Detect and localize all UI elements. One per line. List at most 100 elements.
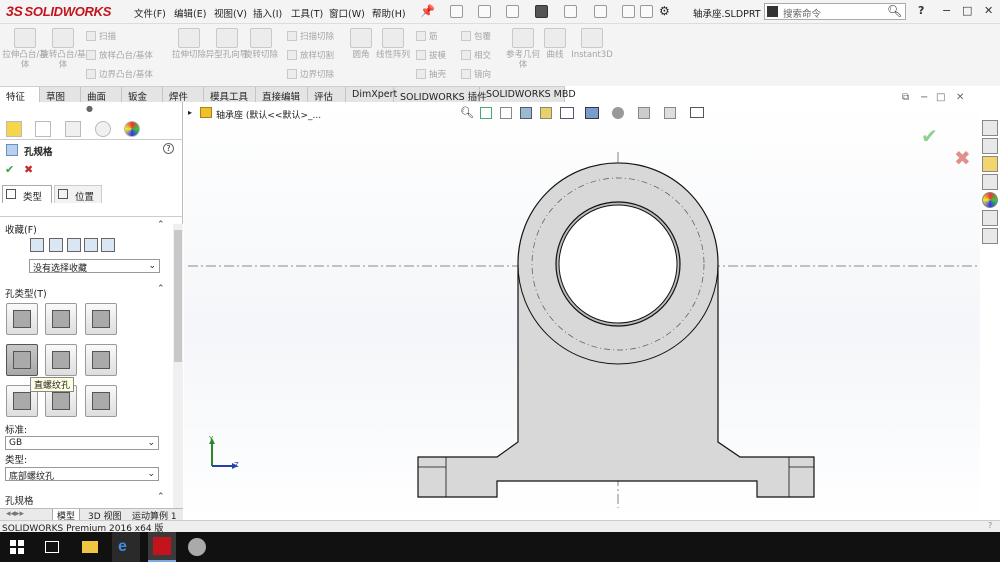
favorites-header[interactable]: 收藏(F) bbox=[5, 222, 37, 236]
print-icon[interactable] bbox=[535, 5, 548, 18]
windows-start-icon[interactable] bbox=[10, 540, 24, 554]
search-input[interactable]: 搜索命令 🔍︎ bbox=[764, 3, 906, 20]
tab-dimxpert[interactable]: DimXpert bbox=[346, 87, 397, 103]
counterbore-hole-button[interactable] bbox=[6, 303, 38, 335]
revolve-cut-button[interactable]: 旋转切除 bbox=[238, 28, 284, 60]
shell-button[interactable]: 抽壳 bbox=[416, 68, 446, 80]
solidworks-taskbar-button[interactable] bbox=[148, 532, 176, 562]
wrap-button[interactable]: 包覆 bbox=[461, 30, 491, 42]
linear-pattern-button[interactable]: 线性阵列 bbox=[373, 28, 413, 60]
panel-splitter-handle[interactable]: ● bbox=[86, 104, 93, 113]
display-manager-tab-icon[interactable] bbox=[124, 121, 140, 137]
chevron-up-icon[interactable]: ⌃ bbox=[157, 284, 165, 294]
rib-button[interactable]: 筋 bbox=[416, 30, 438, 42]
loft-boss-button[interactable]: 放样凸台/基体 bbox=[86, 49, 153, 61]
legacy-hole-button[interactable] bbox=[85, 344, 117, 376]
panel-scrollbar[interactable] bbox=[173, 224, 183, 510]
apply-defaults-icon[interactable] bbox=[30, 238, 44, 252]
tab-solidworks-mbd[interactable]: SOLIDWORKS MBD bbox=[480, 87, 576, 103]
tab-scroll-arrows[interactable]: ◂◂▸▸ bbox=[2, 509, 28, 519]
tab-evaluate[interactable]: 评估 bbox=[308, 87, 346, 103]
menu-file[interactable]: 文件(F) bbox=[134, 6, 166, 20]
custom-properties-icon[interactable] bbox=[982, 210, 998, 226]
reference-geometry-button[interactable]: 参考几何体 bbox=[503, 28, 543, 70]
open-icon[interactable] bbox=[478, 5, 491, 18]
tab-solidworks-addins[interactable]: SOLIDWORKS 插件 bbox=[394, 87, 487, 103]
lofted-cut-button[interactable]: 放样切割 bbox=[287, 49, 334, 61]
countersink-hole-button[interactable] bbox=[45, 303, 77, 335]
tapered-tap-hole-button[interactable] bbox=[45, 344, 77, 376]
tab-surfaces[interactable]: 曲面 bbox=[81, 87, 122, 103]
tab-direct-editing[interactable]: 直接编辑 bbox=[256, 87, 308, 103]
pin-icon[interactable]: 📌 bbox=[420, 4, 435, 18]
hole-type-header[interactable]: 孔类型(T) bbox=[5, 286, 47, 300]
menu-window[interactable]: 窗口(W) bbox=[329, 6, 365, 20]
file-properties-icon[interactable] bbox=[640, 5, 653, 18]
chevron-up-icon[interactable]: ⌃ bbox=[157, 220, 165, 230]
property-manager-tab-icon[interactable] bbox=[35, 121, 51, 137]
menu-help[interactable]: 帮助(H) bbox=[372, 6, 406, 20]
boundary-boss-button[interactable]: 边界凸台/基体 bbox=[86, 68, 153, 80]
save-favorite-icon[interactable] bbox=[84, 238, 98, 252]
tab-weldments[interactable]: 焊件 bbox=[163, 87, 204, 103]
standard-select[interactable]: GB ⌄ bbox=[5, 436, 159, 450]
paint-taskbar-icon[interactable] bbox=[188, 538, 206, 556]
swept-cut-button[interactable]: 扫描切除 bbox=[287, 30, 334, 42]
revolve-boss-button[interactable]: 旋转凸台/基体 bbox=[40, 28, 86, 70]
rebuild-icon[interactable] bbox=[622, 5, 635, 18]
simple-hole-button[interactable] bbox=[85, 303, 117, 335]
tab-sketch[interactable]: 草图 bbox=[40, 87, 81, 103]
design-library-icon[interactable] bbox=[982, 138, 998, 154]
tab-type[interactable]: 类型 bbox=[2, 185, 52, 203]
search-icon[interactable]: 🔍︎ bbox=[887, 4, 902, 18]
home-icon[interactable] bbox=[982, 120, 998, 136]
draft-button[interactable]: 拔模 bbox=[416, 49, 446, 61]
configuration-manager-tab-icon[interactable] bbox=[65, 121, 81, 137]
close-button[interactable]: ✕ bbox=[984, 4, 993, 17]
tab-position[interactable]: 位置 bbox=[54, 185, 102, 203]
sweep-button[interactable]: 扫描 bbox=[86, 30, 116, 42]
intersect-button[interactable]: 相交 bbox=[461, 49, 491, 61]
graphics-area[interactable]: ▸ 轴承座 (默认<<默认>_... 🔍︎ ⧉ − □ ✕ ✔ ✖ Y Z bbox=[184, 92, 980, 520]
load-favorite-icon[interactable] bbox=[101, 238, 115, 252]
scrollbar-thumb[interactable] bbox=[174, 230, 182, 362]
maximize-button[interactable]: □ bbox=[962, 4, 972, 17]
options-gear-icon[interactable]: ⚙ bbox=[659, 4, 670, 18]
solidworks-logo[interactable]: 3S SOLIDWORKS bbox=[6, 3, 111, 19]
menu-insert[interactable]: 插入(I) bbox=[253, 6, 282, 20]
undo-icon[interactable] bbox=[564, 5, 577, 18]
forum-icon[interactable] bbox=[982, 228, 998, 244]
dimxpert-manager-tab-icon[interactable] bbox=[95, 121, 111, 137]
tab-features[interactable]: 特征 bbox=[0, 87, 40, 103]
minimize-button[interactable]: − bbox=[942, 4, 951, 17]
instant3d-button[interactable]: Instant3D bbox=[570, 28, 614, 60]
save-icon[interactable] bbox=[506, 5, 519, 18]
file-explorer-taskbar-icon[interactable] bbox=[82, 541, 98, 553]
add-favorite-icon[interactable] bbox=[49, 238, 63, 252]
slot-button[interactable] bbox=[85, 385, 117, 417]
mirror-button[interactable]: 镜向 bbox=[461, 68, 491, 80]
menu-view[interactable]: 视图(V) bbox=[214, 6, 247, 20]
type-select[interactable]: 底部螺纹孔 ⌄ bbox=[5, 467, 159, 482]
menu-edit[interactable]: 编辑(E) bbox=[174, 6, 206, 20]
tab-sheet-metal[interactable]: 钣金 bbox=[122, 87, 163, 103]
menu-tools[interactable]: 工具(T) bbox=[291, 6, 323, 20]
favorites-select[interactable]: 没有选择收藏 ⌄ bbox=[29, 259, 160, 274]
delete-favorite-icon[interactable] bbox=[67, 238, 81, 252]
ok-button[interactable]: ✔ bbox=[5, 163, 14, 176]
help-button[interactable]: ? bbox=[918, 4, 924, 17]
curves-button[interactable]: 曲线 bbox=[540, 28, 570, 60]
search-mode-icon[interactable] bbox=[767, 6, 778, 17]
view-palette-icon[interactable] bbox=[982, 174, 998, 190]
part-model[interactable] bbox=[184, 102, 980, 520]
cancel-button[interactable]: ✖ bbox=[24, 163, 33, 176]
chevron-up-icon[interactable]: ⌃ bbox=[157, 492, 165, 502]
file-explorer-icon[interactable] bbox=[982, 156, 998, 172]
tab-mold-tools[interactable]: 模具工具 bbox=[204, 87, 256, 103]
straight-tap-hole-button[interactable] bbox=[6, 344, 38, 376]
new-icon[interactable] bbox=[450, 5, 463, 18]
boundary-cut-button[interactable]: 边界切除 bbox=[287, 68, 334, 80]
edge-taskbar-button[interactable]: e bbox=[112, 532, 140, 562]
task-view-icon[interactable] bbox=[45, 541, 59, 553]
select-icon[interactable] bbox=[594, 5, 607, 18]
